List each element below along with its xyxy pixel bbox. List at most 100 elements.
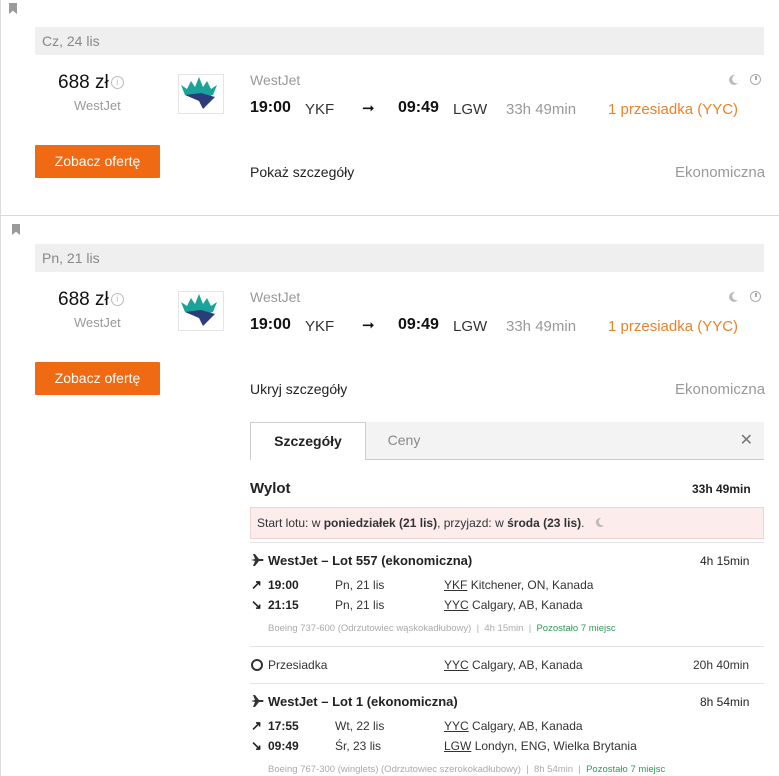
notice-text: . bbox=[581, 516, 585, 530]
airport-place: Londyn, ENG, Wielka Brytania bbox=[474, 739, 637, 753]
clock-icon bbox=[750, 291, 761, 302]
leg-arrival-time: 09:49 bbox=[268, 739, 299, 753]
notice-departure-day: poniedziałek (21 lis) bbox=[323, 516, 438, 530]
bookmark-icon[interactable] bbox=[12, 224, 20, 235]
leg-duration-small: 4h 15min bbox=[484, 623, 524, 634]
trip-duration: 33h 49min bbox=[506, 101, 577, 118]
leg-duration: 4h 15min bbox=[700, 554, 750, 568]
airport-place: Calgary, AB, Kanada bbox=[472, 719, 583, 733]
price: 688 zł i bbox=[58, 289, 124, 311]
layover-icon bbox=[251, 659, 263, 671]
notice-text: Start lotu: w bbox=[257, 516, 324, 530]
date-bar: Cz, 24 lis bbox=[35, 27, 764, 55]
card-divider bbox=[0, 215, 779, 216]
moon-icon bbox=[595, 517, 604, 528]
leg-departure-airport: YKF Kitchener, ON, Kanada bbox=[444, 578, 593, 592]
separator: | bbox=[526, 764, 529, 775]
arrival-time: 09:49 bbox=[398, 99, 439, 116]
arrival-code: LGW bbox=[453, 318, 488, 335]
leg-arrival-airport: YYC Calgary, AB, Kanada bbox=[444, 598, 583, 612]
aircraft-type: Boeing 767-300 (winglets) (Odrzutowiec s… bbox=[268, 764, 521, 775]
arrival-code: LGW bbox=[453, 101, 488, 118]
left-border bbox=[0, 0, 1, 776]
moon-icon bbox=[729, 74, 738, 85]
leg-arrival-date: Pn, 21 lis bbox=[335, 598, 385, 612]
tab-details[interactable]: Szczegóły bbox=[250, 422, 366, 460]
details-tabs: Szczegóły Ceny ✕ bbox=[250, 422, 764, 460]
moon-icon bbox=[729, 291, 738, 302]
seats-left: Pozostało 7 miejsc bbox=[536, 623, 616, 634]
notice-text: , przyjazd: w bbox=[437, 516, 508, 530]
westjet-logo-icon bbox=[178, 74, 224, 114]
separator: | bbox=[578, 764, 581, 775]
view-offer-button[interactable]: Zobacz ofertę bbox=[35, 362, 160, 395]
arrival-time: 09:49 bbox=[398, 316, 439, 333]
details-toggle[interactable]: Ukryj szczegóły bbox=[250, 381, 347, 397]
divider bbox=[250, 646, 764, 647]
airline-name: WestJet bbox=[74, 315, 121, 330]
layover-airport: YYC Calgary, AB, Kanada bbox=[444, 658, 583, 672]
departure-code: YKF bbox=[305, 318, 335, 335]
leg-duration-small: 8h 54min bbox=[533, 764, 574, 775]
airport-place: Calgary, AB, Kanada bbox=[472, 598, 583, 612]
plane-icon bbox=[251, 554, 264, 566]
leg-arrival-date: Śr, 23 lis bbox=[335, 739, 382, 753]
airport-code-link[interactable]: LGW bbox=[444, 739, 471, 753]
plane-icon bbox=[251, 695, 264, 707]
leg-departure-airport: YYC Calgary, AB, Kanada bbox=[444, 719, 583, 733]
leg-departure-time: 17:55 bbox=[268, 719, 299, 733]
carrier-name: WestJet bbox=[250, 72, 301, 88]
aircraft-type: Boeing 737-600 (Odrzutowiec wąskokadłubo… bbox=[268, 623, 472, 634]
aircraft-info: Boeing 737-600 (Odrzutowiec wąskokadłubo… bbox=[268, 623, 616, 634]
arrow-right-icon: ➞ bbox=[362, 100, 375, 117]
info-icon[interactable]: i bbox=[110, 293, 124, 307]
stops-info[interactable]: 1 przesiadka (YYC) bbox=[608, 101, 738, 118]
leg-arrival-time: 21:15 bbox=[268, 598, 299, 612]
airport-code-link[interactable]: YYC bbox=[444, 598, 469, 612]
takeoff-icon: ↗ bbox=[251, 577, 262, 592]
section-title: Wylot bbox=[250, 480, 291, 497]
info-icon[interactable]: i bbox=[110, 76, 124, 90]
cabin-class: Ekonomiczna bbox=[675, 164, 766, 181]
carrier-name: WestJet bbox=[250, 289, 301, 305]
airport-code-link[interactable]: YKF bbox=[444, 578, 467, 592]
departure-code: YKF bbox=[305, 101, 335, 118]
stops-info[interactable]: 1 przesiadka (YYC) bbox=[608, 318, 738, 335]
price: 688 zł i bbox=[58, 72, 124, 94]
airport-code-link[interactable]: YYC bbox=[444, 658, 469, 672]
notice-arrival-day: środa (23 lis) bbox=[507, 516, 582, 530]
seats-left: Pozostało 7 miejsc bbox=[586, 764, 666, 775]
airport-code-link[interactable]: YYC bbox=[444, 719, 469, 733]
leg-title: WestJet – Lot 1 (ekonomiczna) bbox=[268, 694, 458, 709]
bookmark-icon[interactable] bbox=[9, 3, 17, 14]
trip-duration: 33h 49min bbox=[506, 318, 577, 335]
leg-title: WestJet – Lot 557 (ekonomiczna) bbox=[268, 553, 473, 568]
tab-prices[interactable]: Ceny bbox=[366, 422, 442, 459]
separator: | bbox=[528, 623, 532, 634]
layover-label: Przesiadka bbox=[268, 658, 328, 672]
leg-departure-time: 19:00 bbox=[268, 578, 299, 592]
airline-name: WestJet bbox=[74, 98, 121, 113]
aircraft-info: Boeing 767-300 (winglets) (Odrzutowiec s… bbox=[268, 764, 665, 775]
leg-departure-date: Wt, 22 lis bbox=[335, 719, 385, 733]
price-value: 688 zł bbox=[58, 72, 109, 93]
cabin-class: Ekonomiczna bbox=[675, 381, 766, 398]
arrow-right-icon: ➞ bbox=[362, 317, 375, 334]
details-toggle[interactable]: Pokaż szczegóły bbox=[250, 164, 354, 180]
airport-place: Kitchener, ON, Kanada bbox=[470, 578, 594, 592]
departure-time: 19:00 bbox=[250, 99, 291, 116]
divider bbox=[250, 683, 764, 684]
close-icon[interactable]: ✕ bbox=[740, 430, 753, 450]
westjet-logo-icon bbox=[178, 291, 224, 331]
view-offer-button[interactable]: Zobacz ofertę bbox=[35, 145, 160, 178]
leg-arrival-airport: LGW Londyn, ENG, Wielka Brytania bbox=[444, 739, 637, 753]
separator: | bbox=[476, 623, 480, 634]
layover-duration: 20h 40min bbox=[693, 658, 750, 672]
divider bbox=[250, 542, 764, 543]
takeoff-icon: ↗ bbox=[251, 718, 262, 733]
overnight-notice: Start lotu: w poniedziałek (21 lis), prz… bbox=[250, 507, 764, 539]
landing-icon: ↘ bbox=[251, 597, 262, 612]
date-bar: Pn, 21 lis bbox=[35, 244, 764, 272]
price-value: 688 zł bbox=[58, 289, 109, 310]
leg-departure-date: Pn, 21 lis bbox=[335, 578, 385, 592]
